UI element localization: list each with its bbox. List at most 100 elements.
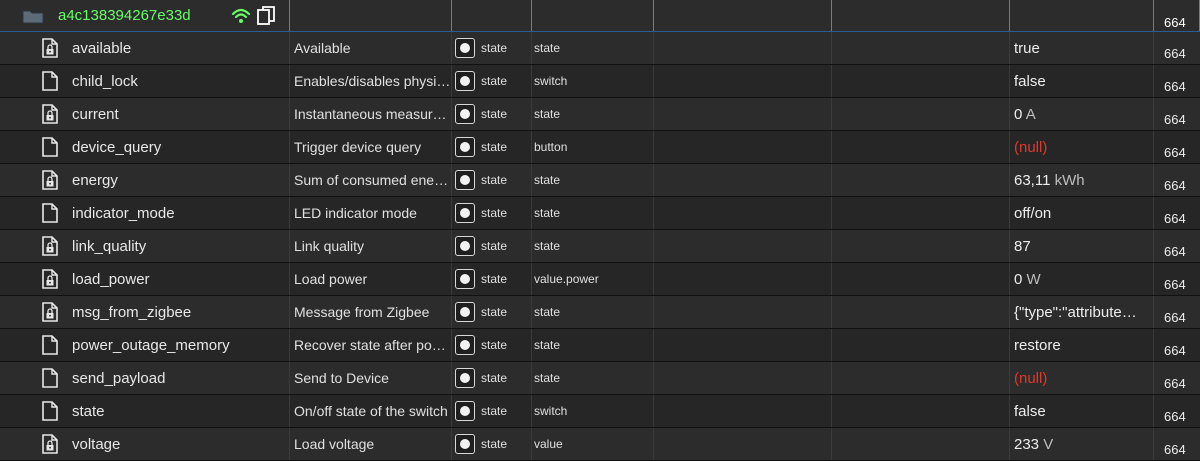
room-cell[interactable] <box>654 428 832 460</box>
object-value[interactable]: (null) <box>1014 139 1047 156</box>
object-value[interactable]: restore <box>1014 337 1061 354</box>
function-cell[interactable] <box>832 428 1010 460</box>
name-cell[interactable]: load_power <box>0 263 290 295</box>
role-cell[interactable]: value <box>532 428 654 460</box>
device-header-row[interactable]: a4c138394267e33d 664 <box>0 0 1200 32</box>
desc-cell[interactable]: Load power <box>290 263 452 295</box>
room-cell[interactable] <box>654 395 832 427</box>
room-cell[interactable] <box>654 296 832 328</box>
type-cell[interactable]: state <box>452 428 532 460</box>
type-cell[interactable]: state <box>452 164 532 196</box>
value-cell[interactable]: {"type":"attribute… <box>1010 296 1154 328</box>
function-cell[interactable] <box>832 98 1010 130</box>
object-value[interactable]: 0 A <box>1014 106 1036 123</box>
value-cell[interactable]: 0 W <box>1010 263 1154 295</box>
role-cell[interactable]: value.power <box>532 263 654 295</box>
function-cell[interactable] <box>832 263 1010 295</box>
role-cell[interactable]: switch <box>532 395 654 427</box>
object-value[interactable]: off/on <box>1014 205 1051 222</box>
desc-cell[interactable]: Enables/disables physi… <box>290 65 452 97</box>
object-value[interactable]: 63,11 kWh <box>1014 172 1085 189</box>
function-cell[interactable] <box>832 65 1010 97</box>
type-cell[interactable]: state <box>452 197 532 229</box>
desc-cell[interactable]: Send to Device <box>290 362 452 394</box>
room-cell[interactable] <box>654 329 832 361</box>
object-value[interactable]: true <box>1014 40 1040 57</box>
value-cell[interactable]: false <box>1010 65 1154 97</box>
table-row[interactable]: power_outage_memory Recover state after p… <box>0 329 1200 362</box>
room-cell[interactable] <box>654 230 832 262</box>
role-cell[interactable]: state <box>532 362 654 394</box>
room-cell[interactable] <box>654 131 832 163</box>
table-row[interactable]: available Available state state true 664 <box>0 32 1200 65</box>
table-row[interactable]: msg_from_zigbee Message from Zigbee state s… <box>0 296 1200 329</box>
type-cell[interactable]: state <box>452 32 532 64</box>
value-cell[interactable]: false <box>1010 395 1154 427</box>
table-row[interactable]: indicator_mode LED indicator mode state sta… <box>0 197 1200 230</box>
type-cell[interactable]: state <box>452 230 532 262</box>
desc-cell[interactable]: LED indicator mode <box>290 197 452 229</box>
object-value[interactable]: false <box>1014 73 1046 90</box>
room-cell[interactable] <box>654 362 832 394</box>
desc-cell[interactable]: Load voltage <box>290 428 452 460</box>
name-cell[interactable]: indicator_mode <box>0 197 290 229</box>
object-value[interactable]: false <box>1014 403 1046 420</box>
value-cell[interactable]: 233 V <box>1010 428 1154 460</box>
desc-cell[interactable]: Link quality <box>290 230 452 262</box>
object-value[interactable]: {"type":"attribute… <box>1014 304 1137 321</box>
role-cell[interactable]: state <box>532 197 654 229</box>
value-cell[interactable]: (null) <box>1010 131 1154 163</box>
name-cell[interactable]: available <box>0 32 290 64</box>
table-row[interactable]: child_lock Enables/disables physi… state sw… <box>0 65 1200 98</box>
desc-cell[interactable]: Trigger device query <box>290 131 452 163</box>
function-cell[interactable] <box>832 296 1010 328</box>
desc-cell[interactable]: Sum of consumed ene… <box>290 164 452 196</box>
type-cell[interactable]: state <box>452 65 532 97</box>
desc-cell[interactable]: Message from Zigbee <box>290 296 452 328</box>
name-cell[interactable]: power_outage_memory <box>0 329 290 361</box>
name-cell[interactable]: link_quality <box>0 230 290 262</box>
name-cell[interactable]: device_query <box>0 131 290 163</box>
table-row[interactable]: energy Sum of consumed ene… state state 63,1… <box>0 164 1200 197</box>
copy-icon[interactable] <box>256 5 275 26</box>
table-row[interactable]: current Instantaneous measur… state state 0 … <box>0 98 1200 131</box>
folder-icon[interactable] <box>22 8 44 24</box>
object-value[interactable]: 233 V <box>1014 436 1053 453</box>
name-cell[interactable]: current <box>0 98 290 130</box>
desc-cell[interactable]: On/off state of the switch <box>290 395 452 427</box>
value-cell[interactable]: 0 A <box>1010 98 1154 130</box>
desc-cell[interactable]: Available <box>290 32 452 64</box>
type-cell[interactable]: state <box>452 263 532 295</box>
value-cell[interactable]: off/on <box>1010 197 1154 229</box>
table-row[interactable]: load_power Load power state value.power 0 W 6… <box>0 263 1200 296</box>
room-cell[interactable] <box>654 32 832 64</box>
desc-cell[interactable]: Recover state after po… <box>290 329 452 361</box>
value-cell[interactable]: 87 <box>1010 230 1154 262</box>
role-cell[interactable]: state <box>532 230 654 262</box>
type-cell[interactable]: state <box>452 329 532 361</box>
role-cell[interactable]: state <box>532 32 654 64</box>
function-cell[interactable] <box>832 131 1010 163</box>
name-cell[interactable]: energy <box>0 164 290 196</box>
type-cell[interactable]: state <box>452 131 532 163</box>
object-value[interactable]: (null) <box>1014 370 1047 387</box>
type-cell[interactable]: state <box>452 296 532 328</box>
room-cell[interactable] <box>654 98 832 130</box>
desc-cell[interactable]: Instantaneous measur… <box>290 98 452 130</box>
name-cell[interactable]: send_payload <box>0 362 290 394</box>
name-cell[interactable]: child_lock <box>0 65 290 97</box>
name-cell[interactable]: state <box>0 395 290 427</box>
room-cell[interactable] <box>654 197 832 229</box>
function-cell[interactable] <box>832 395 1010 427</box>
role-cell[interactable]: state <box>532 98 654 130</box>
type-cell[interactable]: state <box>452 362 532 394</box>
role-cell[interactable]: state <box>532 164 654 196</box>
table-row[interactable]: state On/off state of the switch state swit… <box>0 395 1200 428</box>
table-row[interactable]: link_quality Link quality state state 87 664 <box>0 230 1200 263</box>
function-cell[interactable] <box>832 32 1010 64</box>
type-cell[interactable]: state <box>452 395 532 427</box>
value-cell[interactable]: (null) <box>1010 362 1154 394</box>
name-cell[interactable]: voltage <box>0 428 290 460</box>
function-cell[interactable] <box>832 197 1010 229</box>
room-cell[interactable] <box>654 263 832 295</box>
